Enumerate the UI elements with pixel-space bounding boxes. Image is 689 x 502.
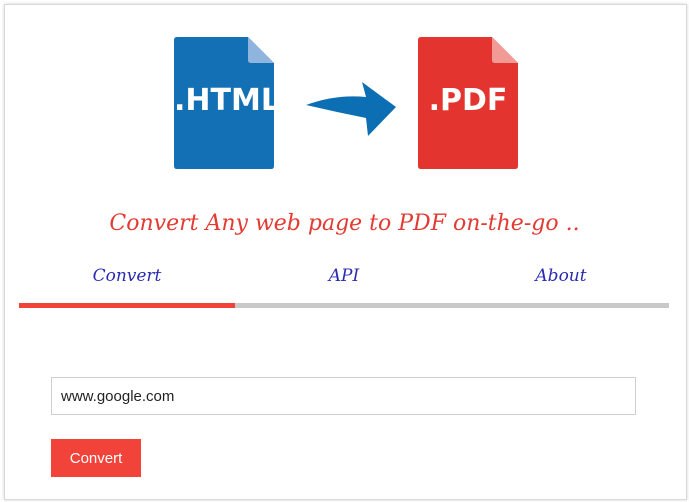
active-tab-indicator	[19, 303, 235, 308]
arrow-right-icon	[306, 80, 396, 138]
tab-convert[interactable]: Convert	[19, 266, 235, 286]
tab-strip: Convert API About	[19, 262, 669, 296]
pdf-file-icon: .PDF	[418, 37, 518, 169]
convert-button[interactable]: Convert	[51, 439, 141, 477]
html-file-icon: .HTML	[174, 37, 280, 169]
tab-indicator-track	[19, 303, 669, 308]
pdf-file-label: .PDF	[428, 83, 508, 118]
hero-illustration: .HTML .PDF	[0, 0, 689, 200]
tab-api[interactable]: API	[236, 266, 452, 286]
tagline: Convert Any web page to PDF on-the-go ..	[109, 211, 580, 236]
url-input[interactable]	[51, 377, 636, 415]
tab-about[interactable]: About	[453, 266, 669, 286]
html-file-label: .HTML	[174, 83, 280, 118]
